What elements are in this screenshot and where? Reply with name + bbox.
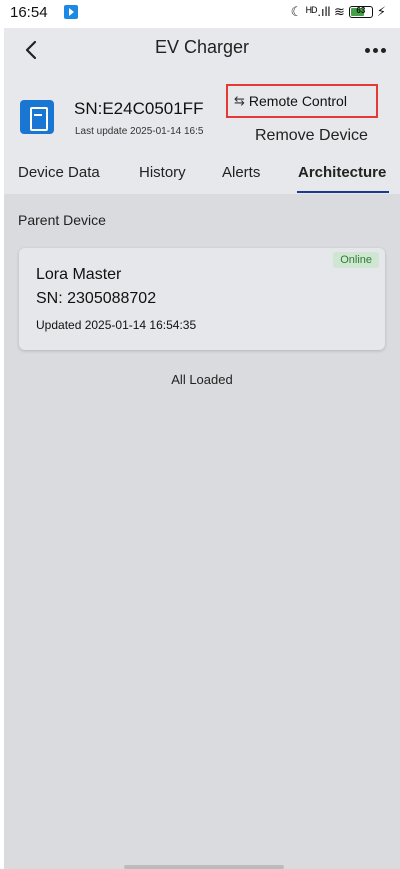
home-indicator[interactable] <box>124 865 284 869</box>
swap-arrows-icon: ⇆ <box>234 93 245 108</box>
charging-icon: ⚡ <box>376 4 386 19</box>
tab-alerts[interactable]: Alerts <box>222 164 260 181</box>
active-tab-indicator <box>297 191 389 193</box>
parent-device-updated: Updated 2025-01-14 16:54:35 <box>36 318 197 332</box>
page-title: EV Charger <box>154 37 250 57</box>
remote-control-button[interactable]: ⇆ Remote Control <box>226 84 378 118</box>
status-badge: Online <box>333 252 379 268</box>
status-bar: 16:54 ☾ ᴴᴰ.ıll ≋ 63 ⚡ <box>0 0 400 28</box>
section-label: Parent Device <box>18 212 106 228</box>
tab-architecture[interactable]: Architecture <box>298 164 386 181</box>
status-time: 16:54 <box>10 4 48 21</box>
parent-device-card[interactable]: Online Lora Master SN: 2305088702 Update… <box>19 248 385 350</box>
charger-device-icon <box>20 100 54 134</box>
parent-device-sn: SN: 2305088702 <box>36 290 157 307</box>
app-notification-icon <box>64 5 78 19</box>
architecture-content: Parent Device Online Lora Master SN: 230… <box>4 194 400 869</box>
more-options-icon[interactable] <box>365 48 386 53</box>
battery-icon: 63 <box>348 6 373 18</box>
device-last-update: Last update 2025-01-14 16:5 <box>75 126 204 137</box>
device-info-panel: SN:E24C0501FF Last update 2025-01-14 16:… <box>4 74 400 158</box>
header: EV Charger <box>4 28 400 74</box>
remove-device-button[interactable]: Remove Device <box>255 127 368 145</box>
tab-device-data[interactable]: Device Data <box>18 164 100 181</box>
list-end-indicator: All Loaded <box>171 372 233 387</box>
app-screen: EV Charger SN:E24C0501FF Last update 202… <box>4 28 400 869</box>
battery-level: 63 <box>356 6 366 15</box>
tab-bar: Device Data History Alerts Architecture <box>4 158 400 194</box>
parent-device-name: Lora Master <box>36 266 122 283</box>
status-indicators: ☾ ᴴᴰ.ıll ≋ 63 ⚡ <box>291 4 386 20</box>
remote-control-label: Remote Control <box>248 93 347 109</box>
tab-history[interactable]: History <box>139 164 186 181</box>
status-icons: ☾ ᴴᴰ.ıll ≋ <box>290 4 345 19</box>
device-serial-number: SN:E24C0501FF <box>74 99 204 118</box>
